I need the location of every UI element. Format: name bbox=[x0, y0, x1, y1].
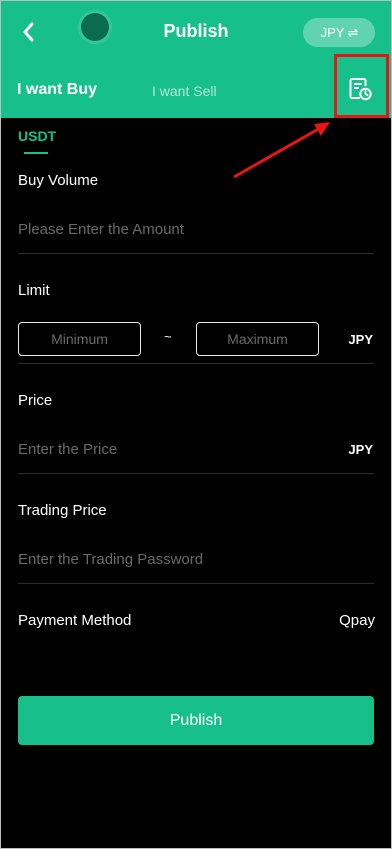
order-history-button[interactable] bbox=[345, 74, 375, 104]
buy-volume-label: Buy Volume bbox=[18, 172, 99, 189]
limit-separator: ~ bbox=[164, 329, 172, 344]
currency-label: JPY bbox=[320, 25, 345, 40]
swap-icon: ⇌ bbox=[347, 24, 358, 40]
divider bbox=[18, 473, 374, 474]
tab-sell[interactable]: I want Sell bbox=[152, 83, 217, 99]
price-input[interactable]: Enter the Price bbox=[18, 441, 117, 458]
payment-method-select[interactable]: Qpay bbox=[339, 612, 375, 629]
buy-volume-input[interactable]: Please Enter the Amount bbox=[18, 221, 184, 238]
coin-tab-indicator bbox=[24, 152, 48, 154]
trading-label: Trading Price bbox=[18, 502, 107, 519]
header-bar: Publish JPY ⇌ I want Buy I want Sell bbox=[1, 1, 391, 118]
divider bbox=[18, 583, 374, 584]
app-frame: Publish JPY ⇌ I want Buy I want Sell USD… bbox=[0, 0, 392, 849]
divider bbox=[18, 253, 374, 254]
limit-min-input[interactable]: Minimum bbox=[18, 322, 141, 356]
tab-buy[interactable]: I want Buy bbox=[17, 81, 97, 99]
limit-label: Limit bbox=[18, 282, 50, 299]
publish-button[interactable]: Publish bbox=[18, 696, 374, 745]
price-unit: JPY bbox=[348, 442, 373, 457]
divider bbox=[18, 363, 374, 364]
payment-method-label: Payment Method bbox=[18, 612, 132, 629]
currency-switch-button[interactable]: JPY ⇌ bbox=[303, 18, 375, 47]
order-history-icon bbox=[349, 78, 372, 101]
trading-password-input[interactable]: Enter the Trading Password bbox=[18, 551, 203, 568]
limit-max-input[interactable]: Maximum bbox=[196, 322, 319, 356]
price-label: Price bbox=[18, 392, 53, 409]
limit-unit: JPY bbox=[348, 332, 373, 347]
publish-form-card: USDT Buy Volume Please Enter the Amount … bbox=[1, 118, 391, 848]
coin-tab-usdt[interactable]: USDT bbox=[18, 128, 56, 144]
